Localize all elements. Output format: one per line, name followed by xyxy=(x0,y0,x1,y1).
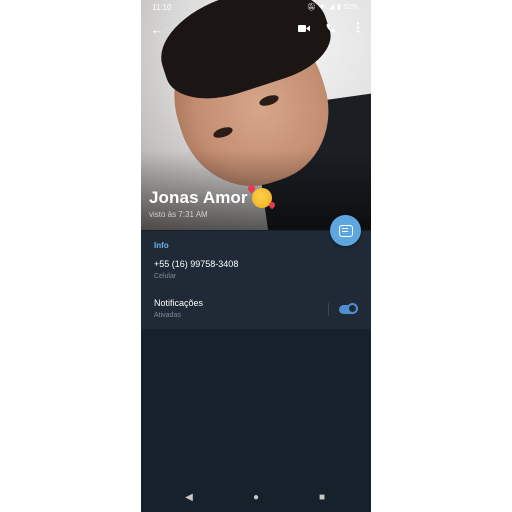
battery-icon: ▮ xyxy=(337,4,341,11)
status-bar: 11:10 🔕︎ ▼ ◢ ▮ 52% xyxy=(141,0,371,16)
signal-icon: ◢ xyxy=(328,4,335,11)
nav-recents-icon[interactable]: ■ xyxy=(314,490,330,506)
more-vertical-icon[interactable] xyxy=(350,22,366,38)
system-nav-bar: ◀ ● ■ xyxy=(141,484,371,512)
phone-number[interactable]: +55 (16) 99758-3408 xyxy=(154,259,238,269)
contact-header: Jonas Amor visto às 7:31 AM xyxy=(149,188,272,219)
video-camera-icon[interactable] xyxy=(296,22,312,38)
battery-percent: 52% xyxy=(343,4,358,11)
send-message-button[interactable] xyxy=(330,215,361,246)
wifi-icon: ▼ xyxy=(318,4,326,11)
top-bar: ← xyxy=(141,20,371,42)
arrow-left-icon[interactable]: ← xyxy=(149,22,165,38)
smiling-face-with-hearts-icon xyxy=(251,188,272,208)
notifications-title[interactable]: Notificações xyxy=(154,298,203,308)
status-icons: 🔕︎ ▼ ◢ ▮ 52% xyxy=(307,0,358,16)
last-seen: visto às 7:31 AM xyxy=(149,210,208,219)
message-icon xyxy=(338,224,353,237)
notifications-toggle[interactable] xyxy=(339,303,358,314)
toggle-knob xyxy=(347,303,358,314)
notifications-status: Ativadas xyxy=(154,312,181,319)
phone-icon[interactable] xyxy=(323,22,339,38)
nav-home-icon[interactable]: ● xyxy=(248,490,264,506)
mute-icon: 🔕︎ xyxy=(306,4,316,11)
phone-label: Celular xyxy=(154,273,177,280)
status-time: 11:10 xyxy=(152,3,172,12)
info-section-title: Info xyxy=(154,241,169,250)
divider xyxy=(328,303,329,316)
nav-back-icon[interactable]: ◀ xyxy=(181,490,197,506)
info-section: Info +55 (16) 99758-3408 Celular Notific… xyxy=(141,231,371,329)
contact-name-row: Jonas Amor xyxy=(149,188,272,208)
contact-name: Jonas Amor xyxy=(149,188,248,207)
profile-screen: 11:10 🔕︎ ▼ ◢ ▮ 52% ← Jonas Amor visto às… xyxy=(141,0,371,512)
